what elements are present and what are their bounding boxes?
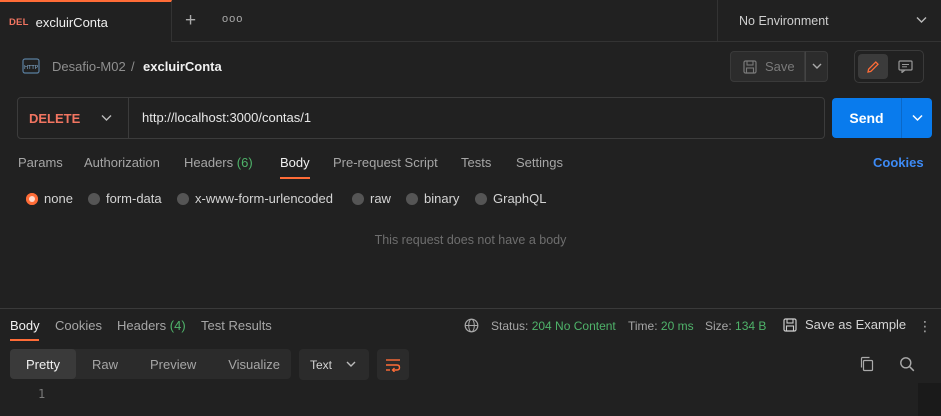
response-status[interactable]: Status: 204 No Content bbox=[491, 319, 616, 333]
body-type-graphql-radio[interactable]: GraphQL bbox=[475, 191, 546, 206]
format-preview-button[interactable]: Preview bbox=[134, 349, 212, 379]
format-toggle-group: Pretty Raw Preview Visualize bbox=[10, 349, 291, 379]
chevron-down-icon bbox=[916, 17, 927, 23]
tab-settings[interactable]: Settings bbox=[516, 155, 563, 170]
chevron-down-icon bbox=[911, 114, 923, 122]
language-label: Text bbox=[310, 357, 333, 372]
tab-pre-request-script[interactable]: Pre-request Script bbox=[333, 155, 438, 170]
size-value: 134 B bbox=[735, 319, 767, 333]
radio-icon bbox=[177, 192, 189, 205]
breadcrumb-separator: / bbox=[131, 59, 135, 74]
response-tab-cookies[interactable]: Cookies bbox=[55, 318, 102, 333]
radio-label: raw bbox=[370, 191, 391, 206]
response-tab-headers[interactable]: Headers (4) bbox=[117, 318, 186, 333]
method-select[interactable]: DELETE bbox=[18, 98, 129, 138]
radio-label: none bbox=[44, 191, 73, 206]
save-as-example-button[interactable]: Save as Example bbox=[783, 317, 906, 332]
tab-params[interactable]: Params bbox=[18, 155, 63, 170]
copy-icon[interactable] bbox=[859, 356, 875, 372]
comment-icon bbox=[898, 60, 913, 73]
tab-tests[interactable]: Tests bbox=[461, 155, 491, 170]
radio-icon bbox=[352, 192, 364, 205]
cookies-link[interactable]: Cookies bbox=[873, 155, 924, 170]
comments-mode-button[interactable] bbox=[891, 54, 921, 79]
tab-title: excluirConta bbox=[35, 14, 108, 30]
active-tab-indicator bbox=[280, 177, 310, 179]
tab-authorization[interactable]: Authorization bbox=[84, 155, 160, 170]
method-label: DELETE bbox=[29, 110, 81, 126]
http-request-icon: HTTP bbox=[22, 58, 40, 74]
response-headers-label: Headers bbox=[117, 318, 167, 333]
save-as-example-label: Save as Example bbox=[805, 317, 907, 332]
tab-headers-label: Headers bbox=[184, 155, 234, 170]
environment-label: No Environment bbox=[739, 14, 829, 28]
radio-label: form-data bbox=[106, 191, 162, 206]
svg-text:HTTP: HTTP bbox=[24, 65, 39, 71]
chevron-down-icon bbox=[346, 361, 356, 367]
status-value: 204 No Content bbox=[531, 319, 616, 333]
send-button[interactable]: Send bbox=[832, 98, 901, 138]
radio-label: x-www-form-urlencoded bbox=[195, 191, 333, 206]
save-button[interactable]: Save bbox=[730, 51, 805, 82]
url-bar: DELETE bbox=[17, 97, 825, 139]
radio-checked-icon bbox=[26, 192, 38, 205]
body-type-none-radio[interactable]: none bbox=[26, 191, 73, 206]
response-tab-test-results[interactable]: Test Results bbox=[201, 318, 272, 333]
tab-body[interactable]: Body bbox=[280, 155, 310, 170]
chevron-down-icon bbox=[812, 63, 821, 69]
headers-count: (6) bbox=[236, 155, 253, 170]
send-options-button[interactable] bbox=[901, 98, 932, 138]
wrap-lines-button[interactable] bbox=[377, 349, 409, 380]
pencil-icon bbox=[866, 60, 879, 73]
format-raw-button[interactable]: Raw bbox=[76, 349, 134, 379]
scrollbar[interactable] bbox=[918, 383, 941, 416]
radio-label: binary bbox=[424, 191, 460, 206]
editor-mode-toggle bbox=[854, 50, 924, 83]
radio-icon bbox=[475, 192, 487, 205]
environment-selector[interactable]: No Environment bbox=[717, 0, 941, 42]
body-type-urlencoded-radio[interactable]: x-www-form-urlencoded bbox=[177, 191, 333, 206]
save-options-button[interactable] bbox=[805, 51, 828, 82]
time-label: Time: bbox=[628, 319, 658, 333]
save-icon bbox=[783, 317, 797, 332]
tab-headers[interactable]: Headers (6) bbox=[184, 155, 253, 170]
response-headers-count: (4) bbox=[169, 318, 186, 333]
language-select[interactable]: Text bbox=[299, 349, 369, 380]
body-type-binary-radio[interactable]: binary bbox=[406, 191, 459, 206]
body-type-form-data-radio[interactable]: form-data bbox=[88, 191, 162, 206]
save-icon bbox=[743, 59, 757, 74]
new-tab-plus-icon[interactable]: + bbox=[185, 11, 196, 31]
line-number: 1 bbox=[38, 387, 46, 401]
response-tab-body[interactable]: Body bbox=[10, 318, 40, 333]
more-options-icon[interactable]: ⋮ bbox=[918, 318, 932, 335]
breadcrumb-parent[interactable]: Desafio-M02 bbox=[52, 59, 126, 74]
chevron-down-icon bbox=[101, 115, 112, 121]
active-response-tab-indicator bbox=[10, 339, 39, 341]
radio-icon bbox=[88, 192, 100, 205]
panel-divider[interactable] bbox=[0, 308, 941, 309]
globe-icon[interactable] bbox=[464, 318, 479, 333]
response-size[interactable]: Size: 134 B bbox=[705, 319, 766, 333]
status-label: Status: bbox=[491, 319, 529, 333]
tab-method-badge: DEL bbox=[9, 16, 29, 28]
url-input[interactable] bbox=[142, 110, 802, 125]
format-visualize-button[interactable]: Visualize bbox=[212, 349, 296, 379]
search-icon[interactable] bbox=[899, 356, 915, 372]
body-type-raw-radio[interactable]: raw bbox=[352, 191, 391, 206]
wrap-lines-icon bbox=[386, 358, 401, 372]
more-tabs-icon[interactable]: ooo bbox=[222, 13, 243, 25]
size-label: Size: bbox=[705, 319, 732, 333]
empty-body-message: This request does not have a body bbox=[374, 233, 567, 247]
format-pretty-button[interactable]: Pretty bbox=[10, 349, 76, 379]
radio-label: GraphQL bbox=[493, 191, 547, 206]
save-label: Save bbox=[765, 59, 795, 74]
request-tab-active[interactable]: DEL excluirConta bbox=[0, 0, 172, 42]
edit-mode-button[interactable] bbox=[858, 54, 888, 79]
breadcrumb-current[interactable]: excluirConta bbox=[143, 59, 222, 74]
time-value: 20 ms bbox=[660, 319, 694, 333]
response-time[interactable]: Time: 20 ms bbox=[628, 319, 694, 333]
radio-icon bbox=[406, 192, 418, 205]
